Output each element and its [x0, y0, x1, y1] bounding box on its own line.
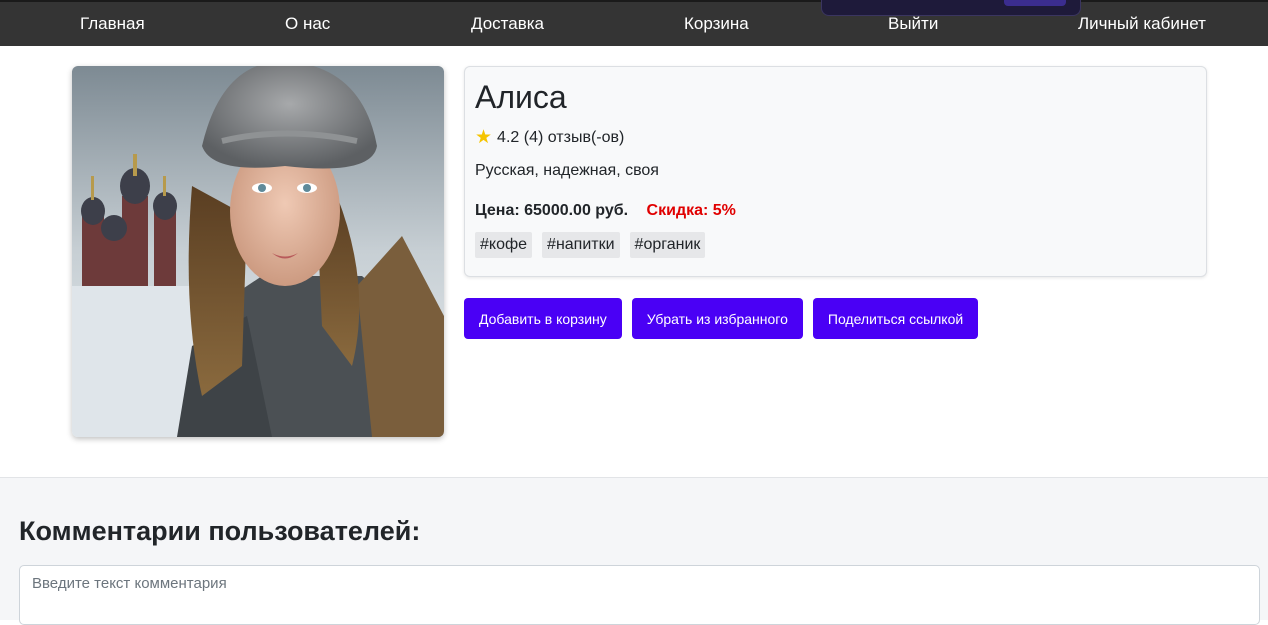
product-image	[72, 66, 444, 437]
nav-about-link[interactable]: О нас	[285, 14, 330, 34]
comments-title: Комментарии пользователей:	[19, 516, 421, 546]
tag[interactable]: #кофе	[475, 232, 533, 258]
product-rating: ★ 4.2 (4) отзыв(-ов)	[475, 128, 624, 147]
nav-logout-link[interactable]: Выйти	[888, 14, 938, 34]
discount-text: Скидка: 5%	[646, 202, 736, 219]
popup-button[interactable]	[1004, 0, 1066, 6]
tag[interactable]: #органик	[629, 232, 706, 258]
price-row: Цена: 65000.00 руб. Скидка: 5%	[475, 202, 736, 220]
share-link-button[interactable]: Поделиться ссылкой	[812, 298, 979, 339]
floating-popup	[821, 0, 1081, 16]
remove-favorite-button[interactable]: Убрать из избранного	[631, 298, 803, 339]
comments-section: Комментарии пользователей:	[0, 477, 1268, 625]
product-name: Алиса	[475, 79, 567, 115]
nav-cart-link[interactable]: Корзина	[684, 14, 749, 34]
price-text: Цена: 65000.00 руб.	[475, 202, 629, 219]
product-info-card: Алиса ★ 4.2 (4) отзыв(-ов) Русская, наде…	[464, 66, 1207, 277]
add-to-cart-button[interactable]: Добавить в корзину	[464, 298, 622, 339]
product-description: Русская, надежная, своя	[475, 162, 659, 179]
nav-delivery-link[interactable]: Доставка	[471, 14, 544, 34]
nav-home-link[interactable]: Главная	[80, 14, 145, 34]
nav-account-link[interactable]: Личный кабинет	[1078, 14, 1206, 34]
tag-list: #кофе #напитки #органик	[475, 232, 706, 258]
star-icon: ★	[475, 127, 493, 148]
product-photo	[72, 66, 444, 437]
comment-input[interactable]	[19, 565, 1260, 625]
action-buttons: Добавить в корзину Убрать из избранного …	[464, 298, 979, 339]
tag[interactable]: #напитки	[542, 232, 620, 258]
rating-text: 4.2 (4) отзыв(-ов)	[497, 128, 625, 146]
